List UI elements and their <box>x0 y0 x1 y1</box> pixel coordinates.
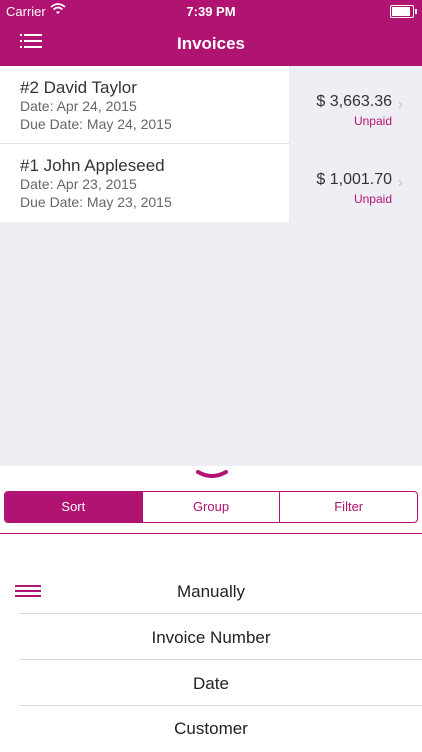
chevron-right-icon: › <box>397 174 403 191</box>
option-divider <box>19 659 422 660</box>
invoice-amount: $ 3,663.36 <box>316 93 392 110</box>
invoice-row[interactable]: #2 David Taylor Date: Apr 24, 2015 Due D… <box>0 66 422 144</box>
invoice-row[interactable]: #1 John Appleseed Date: Apr 23, 2015 Due… <box>0 144 422 222</box>
invoice-due-date: Due Date: May 23, 2015 <box>20 194 172 210</box>
nav-header: Carrier 7:39 PM Invoices <box>0 0 422 66</box>
sort-option-customer[interactable]: Customer <box>0 706 422 752</box>
invoice-amount: $ 1,001.70 <box>316 171 392 188</box>
invoice-details: #2 David Taylor Date: Apr 24, 2015 Due D… <box>0 66 289 144</box>
invoice-summary: $ 3,663.36 Unpaid › <box>289 66 422 144</box>
invoice-summary: $ 1,001.70 Unpaid › <box>289 144 422 222</box>
invoice-status: Unpaid <box>353 114 392 128</box>
battery-icon <box>390 5 417 18</box>
tab-sort[interactable]: Sort <box>5 492 143 522</box>
invoice-date: Date: Apr 23, 2015 <box>20 176 137 192</box>
invoice-title: #2 David Taylor <box>20 78 137 97</box>
tab-filter[interactable]: Filter <box>280 492 417 522</box>
sort-option-invoice-number[interactable]: Invoice Number <box>0 615 422 661</box>
invoice-list: #2 David Taylor Date: Apr 24, 2015 Due D… <box>0 66 422 466</box>
chevron-down-icon[interactable] <box>196 470 228 480</box>
sort-option-manually[interactable]: Manually <box>0 569 422 615</box>
segmented-control: Sort Group Filter <box>4 491 418 523</box>
page-title: Invoices <box>176 34 246 53</box>
status-bar: Carrier 7:39 PM <box>0 0 422 22</box>
invoice-title: #1 John Appleseed <box>20 156 165 175</box>
invoice-status: Unpaid <box>353 192 392 206</box>
sort-option-date[interactable]: Date <box>0 661 422 707</box>
chevron-right-icon: › <box>397 96 403 113</box>
invoice-details: #1 John Appleseed Date: Apr 23, 2015 Due… <box>0 144 289 222</box>
invoice-date: Date: Apr 24, 2015 <box>20 98 137 114</box>
clock: 7:39 PM <box>186 4 236 19</box>
invoice-due-date: Due Date: May 24, 2015 <box>20 116 172 132</box>
option-divider <box>19 613 422 614</box>
tab-group[interactable]: Group <box>143 492 281 522</box>
panel-divider <box>0 533 422 534</box>
